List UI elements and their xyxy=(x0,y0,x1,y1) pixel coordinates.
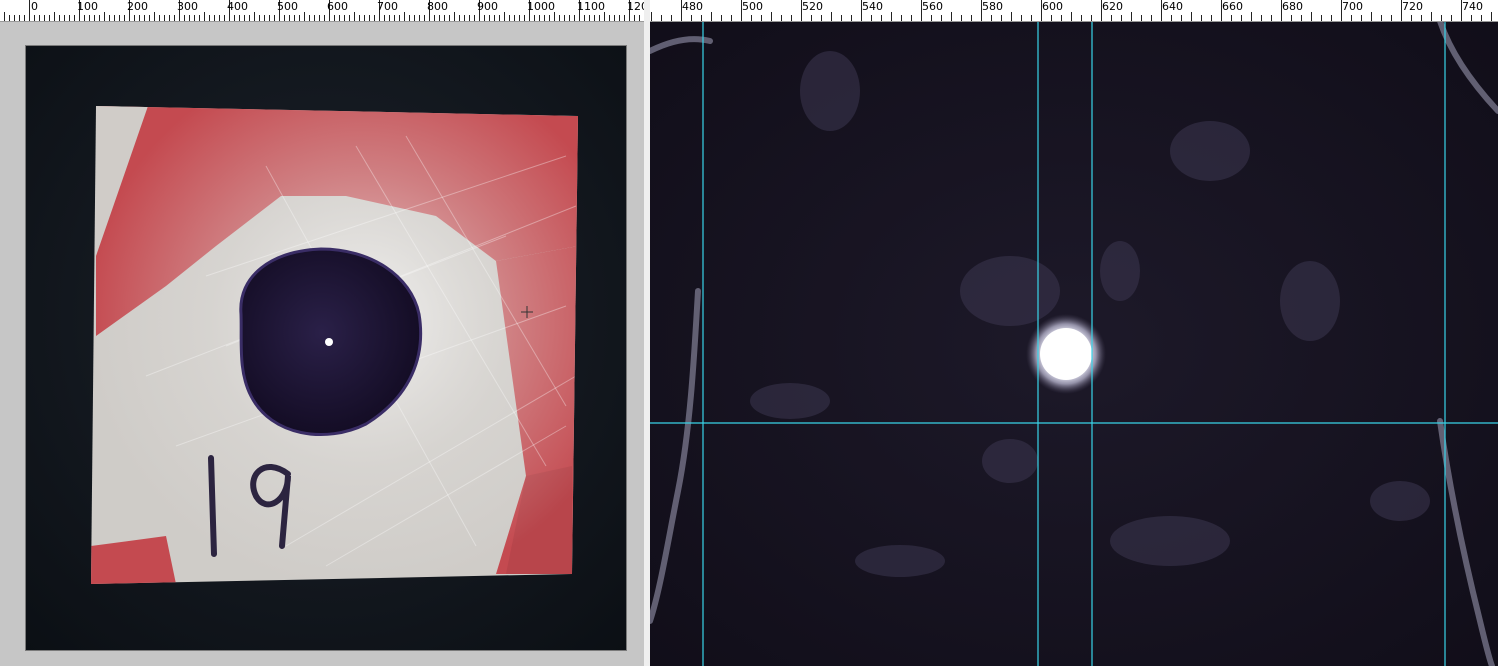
ruler-label: 640 xyxy=(1162,0,1183,13)
zoom-pane[interactable]: 480 500 520 540 560 580 600 620 640 660 … xyxy=(650,0,1498,666)
ruler-label: 200 xyxy=(127,0,148,13)
ruler-label: 900 xyxy=(477,0,498,13)
sample-photo[interactable]: 19 xyxy=(25,45,627,651)
ruler-label: 400 xyxy=(227,0,248,13)
ruler-label: 800 xyxy=(427,0,448,13)
zoomed-photo[interactable] xyxy=(650,21,1498,666)
ruler-label: 660 xyxy=(1222,0,1243,13)
overview-pane[interactable]: 0 100 200 300 400 500 600 700 800 900 10… xyxy=(0,0,644,666)
ruler-ticks xyxy=(651,0,1492,21)
ruler-label: 300 xyxy=(177,0,198,13)
highlight-core xyxy=(1040,328,1092,380)
ruler-label: 680 xyxy=(1282,0,1303,13)
ruler-label: 1000 xyxy=(527,0,555,13)
ruler-label: 500 xyxy=(742,0,763,13)
ruler-label: 700 xyxy=(1342,0,1363,13)
ruler-label: 740 xyxy=(1462,0,1483,13)
ruler-label: 540 xyxy=(862,0,883,13)
ruler-label: 560 xyxy=(922,0,943,13)
ruler-label: 580 xyxy=(982,0,1003,13)
horizontal-ruler-overview[interactable]: 0 100 200 300 400 500 600 700 800 900 10… xyxy=(0,0,644,22)
ruler-label: 0 xyxy=(31,0,38,13)
ruler-label: 1100 xyxy=(577,0,605,13)
ruler-label: 600 xyxy=(327,0,348,13)
ruler-label: 620 xyxy=(1102,0,1123,13)
reflection-highlight xyxy=(325,338,333,346)
ruler-label: 500 xyxy=(277,0,298,13)
ruler-label: 700 xyxy=(377,0,398,13)
ruler-label: 600 xyxy=(1042,0,1063,13)
ruler-label: 520 xyxy=(802,0,823,13)
ruler-label: 720 xyxy=(1402,0,1423,13)
ruler-label: 100 xyxy=(77,0,98,13)
ruler-label: 480 xyxy=(682,0,703,13)
horizontal-ruler-zoom[interactable]: 480 500 520 540 560 580 600 620 640 660 … xyxy=(650,0,1498,22)
ruler-label: 120 xyxy=(627,0,644,13)
